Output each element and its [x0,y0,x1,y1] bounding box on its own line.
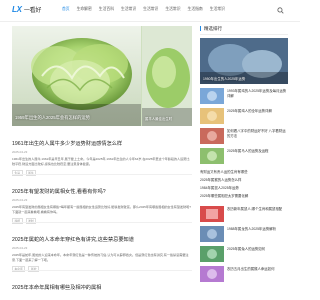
side-slide-image [142,26,192,126]
article-title[interactable]: 2025年有望发财的属相女性,看看有你吗? [12,188,192,195]
nav-item-home[interactable]: 首页 [62,7,70,12]
nav-label: 首页 [62,7,70,11]
article-date: 2025-04-23 [12,150,28,154]
hero-caption: 1959年出生的人2025年会有怎样的运势 [15,115,90,120]
sidebar-item-title: 农历新年属鼠人,哪个生肖和属鼠相配 [227,207,283,211]
list-item[interactable]: 2025年属蛇的人本命年穿红色有讲究,这些禁忌要知道 2025-04-23 20… [12,236,192,272]
tag[interactable]: 本命年 [12,266,26,272]
nav-item-tips-1[interactable]: 生活常识 [121,7,136,12]
nav-label: 生活指南 [187,7,203,11]
hero-carousel: 1959年出生的人2025年会有怎样的运势 属羊人最佳出生时 [12,26,192,126]
thumbnail [200,88,224,104]
article-excerpt: 2025年是蛇年,属蛇的人迎来本命年。本命年穿红色是一种传统的习俗,认为可以辟邪… [12,253,189,262]
article-excerpt: 1961年出生的人属牛,1961年是辛丑年,属于壁上土命。今年是2025年,19… [12,157,190,166]
article-meta: 2025-04-23 [12,246,192,250]
sidebar-item[interactable]: 农历新年属鼠人,哪个生肖和属鼠相配 [200,206,288,222]
nav-label: 生活常识 [120,7,137,11]
divider [12,270,192,271]
sidebar-item[interactable]: 2025年属鸡人的全年运势详解 [200,108,288,124]
sidebar-item-title: 1993年属鸡的人2025年运势及每月运势详解 [227,89,287,98]
sidebar: 精选排行 1950年出生的人2025年运势 1993年属鸡的人2025年运势及每… [200,26,288,282]
logo-text: 一看好 [23,8,42,14]
hero-slide-side[interactable]: 属羊人最佳出生时 [142,26,192,126]
sidebar-item-title: 2025年属兔人的运势如何 [227,247,266,251]
tag[interactable]: 发财 [25,218,37,224]
tag[interactable]: 属相 [12,218,23,224]
sidebar-item-title: 如何看八字中的财运好不好 八字看财运的方法 [227,129,286,138]
article-title[interactable]: 2025年属蛇的人本命年穿红色有讲究,这些禁忌要知道 [12,236,192,243]
nav-label: 生活常识 [143,7,159,11]
thumbnail [200,226,224,242]
article-meta: 2025-04-23 [12,150,192,154]
nav-label: 生活常识 [165,7,181,11]
site-header: LX 一看好 首页 生命解密 生活百科 生活常识 生活常识 生活常识 生活指南 … [0,0,300,22]
sidebar-item-title: 2025年属鸡人的全年运势详解 [227,109,272,113]
article-tags: 生肖 属牛 [12,170,192,176]
article-tags: 属相 发财 [12,218,192,224]
nav-label: 生命解密 [76,7,92,11]
thumbnail [200,128,224,144]
article-date: 2025-04-23 [12,198,28,202]
divider [200,34,288,35]
nav-item-tips-4[interactable]: 生活常识 [210,7,225,12]
hero-side-caption: 属羊人最佳出生时 [145,117,173,121]
sidebar-title: 精选排行 [200,26,288,31]
list-item[interactable]: 2025年有望发财的属相女性,看看有你吗? 2025-04-23 2025年有望… [12,188,192,224]
site-logo[interactable]: LX 一看好 [12,5,41,14]
list-item[interactable]: 2025年本命年属相有哪些及相冲的属相 [12,284,192,291]
sidebar-item[interactable]: 2025年属兔人的运势如何 [200,246,288,262]
search-icon[interactable] [277,7,284,14]
sidebar-item-title: 1988年属龙的人2025年运势解析 [227,227,276,231]
sidebar-item[interactable]: 农历五月出生的属猴人命运如何 [200,266,288,282]
nav-label: 生活常识 [209,7,225,11]
sidebar-item-title: 农历五月出生的属猴人命运如何 [227,267,275,271]
divider [12,222,192,223]
article-meta: 2025-04-23 [12,198,192,202]
thumbnail [200,246,224,262]
sidebar-link[interactable]: 2025年哪些属相犯太岁需要化解 [200,194,288,199]
article-tags: 本命年 属蛇 [12,266,192,272]
sidebar-link[interactable]: 2025年属猴的人运势怎么样 [200,178,288,183]
sidebar-featured[interactable]: 1950年出生的人2025年运势 [200,38,288,84]
article-excerpt: 2025年有望发财的属相女性有哪些?每年都有一些属相的女性运势比较好,能够发财致… [12,205,191,214]
sidebar-item-title: 2025年属马人的运势及运程 [227,149,269,153]
logo-mark: LX [12,5,22,14]
nav-item-guide[interactable]: 生活指南 [188,7,203,12]
hero-slide-main[interactable]: 1959年出生的人2025年会有怎样的运势 [12,26,141,126]
tag[interactable]: 生肖 [12,170,23,176]
sidebar-item[interactable]: 2025年属马人的运势及运程 [200,148,288,164]
tag[interactable]: 属牛 [25,170,37,176]
tag[interactable]: 属蛇 [28,266,40,272]
sidebar-link[interactable]: 1984年属鼠人2025年运势 [200,186,288,191]
sidebar-item[interactable]: 如何看八字中的财运好不好 八字看财运的方法 [200,128,288,144]
featured-caption: 1950年出生的人2025年运势 [203,77,246,81]
thumbnail [200,148,224,164]
nav-label: 生活百科 [98,7,114,11]
sidebar-item[interactable]: 1988年属龙的人2025年运势解析 [200,226,288,242]
divider [12,174,192,175]
sidebar-link[interactable]: 有财运又有贵人运的生肖有哪些 [200,170,288,175]
nav-item-life-mystery[interactable]: 生命解密 [77,7,92,12]
list-item[interactable]: 1961年出生的人属牛多少岁运势财运感情怎么样 2025-04-23 1961年… [12,140,192,176]
nav-item-tips-3[interactable]: 生活常识 [165,7,180,12]
nav-item-encyclopedia[interactable]: 生活百科 [99,7,114,12]
thumbnail [200,206,224,222]
lettuce-image [12,26,141,126]
article-date: 2025-04-23 [12,246,28,250]
thumbnail [200,266,224,282]
article-title[interactable]: 2025年本命年属相有哪些及相冲的属相 [12,284,192,291]
nav-item-tips-2[interactable]: 生活常识 [143,7,158,12]
article-title[interactable]: 1961年出生的人属牛多少岁运势财运感情怎么样 [12,140,192,147]
sidebar-item[interactable]: 1993年属鸡的人2025年运势及每月运势详解 [200,88,288,104]
main-nav: 首页 生命解密 生活百科 生活常识 生活常识 生活常识 生活指南 生活常识 [62,7,225,12]
thumbnail [200,108,224,124]
